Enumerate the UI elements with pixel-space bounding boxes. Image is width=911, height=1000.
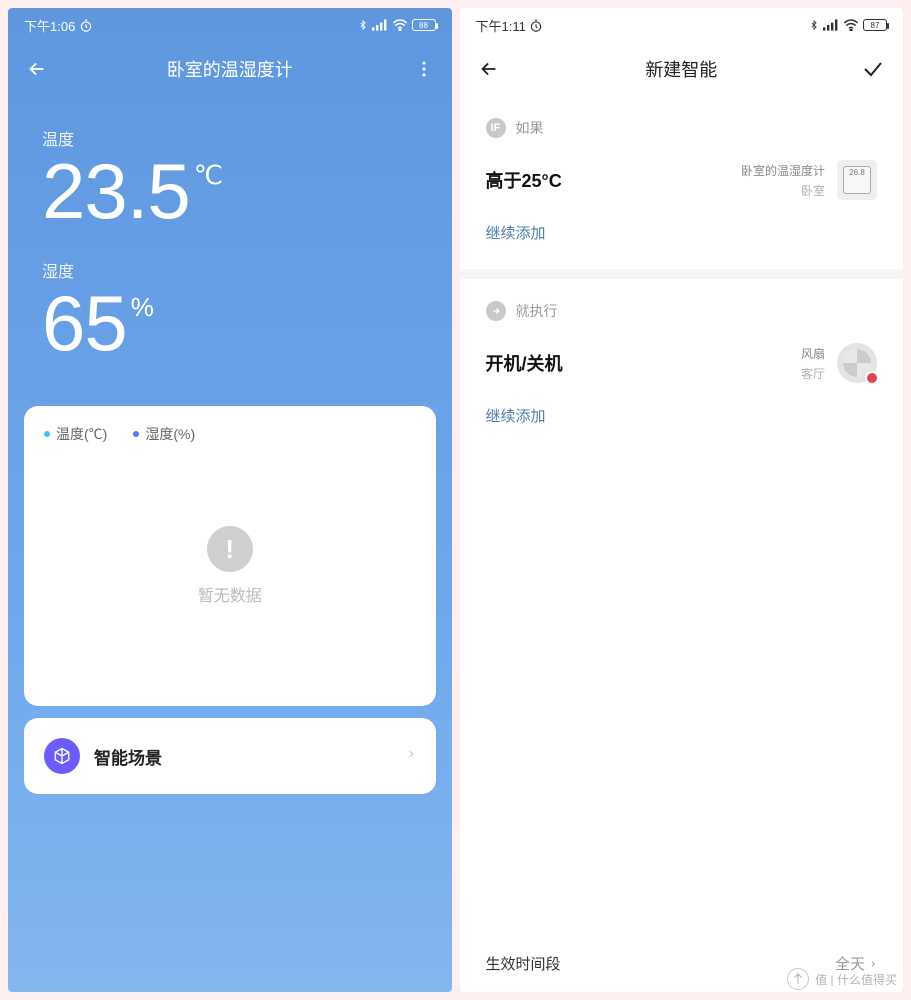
humidity-unit: % [131, 294, 153, 320]
section-divider [460, 269, 904, 279]
battery-icon: 88 [412, 19, 436, 31]
then-icon [486, 301, 506, 321]
arrow-left-icon [26, 58, 48, 80]
humidity-block: 湿度 65 % [42, 258, 418, 362]
dot-icon [133, 431, 139, 437]
condition-device: 卧室的温湿度计 卧室 [741, 162, 825, 199]
offline-badge-icon [865, 371, 879, 385]
more-button[interactable] [410, 59, 434, 79]
watermark: 值 | 什么值得买 [787, 968, 897, 990]
readings: 温度 23.5 ℃ 湿度 65 % [8, 96, 452, 400]
scene-label: 智能场景 [94, 744, 392, 769]
smart-scene-button[interactable]: 智能场景 [24, 718, 436, 794]
confirm-button[interactable] [861, 57, 885, 81]
action-text: 开机/关机 [486, 350, 789, 376]
signal-icon [823, 19, 839, 31]
action-row[interactable]: 开机/关机 风扇 客厅 [486, 333, 878, 399]
chart-legend: 温度(℃) 湿度(%) [44, 424, 416, 444]
watermark-logo-icon [787, 968, 809, 990]
status-bar: 下午1:06 88 [8, 8, 452, 42]
humidity-value: 65 [42, 284, 127, 362]
bluetooth-icon [358, 18, 368, 32]
legend-temp: 温度(℃) [44, 424, 107, 444]
alert-icon: ! [207, 526, 253, 572]
temperature-unit: ℃ [194, 162, 222, 188]
arrow-left-icon [478, 58, 500, 80]
sensor-detail-screen: 下午1:06 88 卧室的温湿度计 温度 23.5 [8, 8, 452, 992]
humidity-label: 湿度 [42, 258, 418, 282]
wifi-icon [843, 19, 859, 31]
cube-icon [44, 738, 80, 774]
empty-text: 暂无数据 [198, 582, 262, 606]
more-vertical-icon [414, 59, 434, 79]
sensor-device-icon: 26.8 [837, 160, 877, 200]
bluetooth-icon [809, 18, 819, 32]
add-action-button[interactable]: 继续添加 [486, 399, 878, 446]
action-device: 风扇 客厅 [801, 345, 825, 382]
status-bar: 下午1:11 87 [460, 8, 904, 42]
chart-card: 温度(℃) 湿度(%) ! 暂无数据 [24, 406, 436, 706]
chart-empty-state: ! 暂无数据 [44, 444, 416, 688]
status-time: 下午1:06 [24, 16, 93, 35]
status-icons: 88 [358, 18, 436, 32]
status-icons: 87 [809, 18, 887, 32]
fan-device-icon [837, 343, 877, 383]
battery-icon: 87 [863, 19, 887, 31]
add-condition-button[interactable]: 继续添加 [486, 216, 878, 263]
condition-row[interactable]: 高于25°C 卧室的温湿度计 卧室 26.8 [486, 150, 878, 216]
temperature-label: 温度 [42, 126, 418, 150]
status-time: 下午1:11 [476, 16, 544, 35]
check-icon [861, 57, 885, 81]
dot-icon [44, 431, 50, 437]
then-section-label: 就执行 [486, 301, 878, 321]
condition-text: 高于25°C [486, 167, 729, 193]
temperature-value: 23.5 [42, 152, 190, 230]
page-title: 新建智能 [502, 56, 862, 82]
signal-icon [372, 19, 388, 31]
automation-create-screen: 下午1:11 87 新建智能 IF 如果 [460, 8, 904, 992]
nav-bar: 新建智能 [460, 42, 904, 96]
watermark-text: 值 | 什么值得买 [815, 971, 897, 988]
wifi-icon [392, 19, 408, 31]
footer-label: 生效时间段 [486, 953, 561, 974]
legend-hum: 湿度(%) [133, 424, 195, 444]
back-button[interactable] [26, 58, 50, 80]
back-button[interactable] [478, 58, 502, 80]
nav-bar: 卧室的温湿度计 [8, 42, 452, 96]
chevron-right-icon [406, 746, 416, 767]
page-title: 卧室的温湿度计 [50, 56, 410, 82]
if-section-label: IF 如果 [486, 118, 878, 138]
temperature-block: 温度 23.5 ℃ [42, 126, 418, 230]
if-icon: IF [486, 118, 506, 138]
